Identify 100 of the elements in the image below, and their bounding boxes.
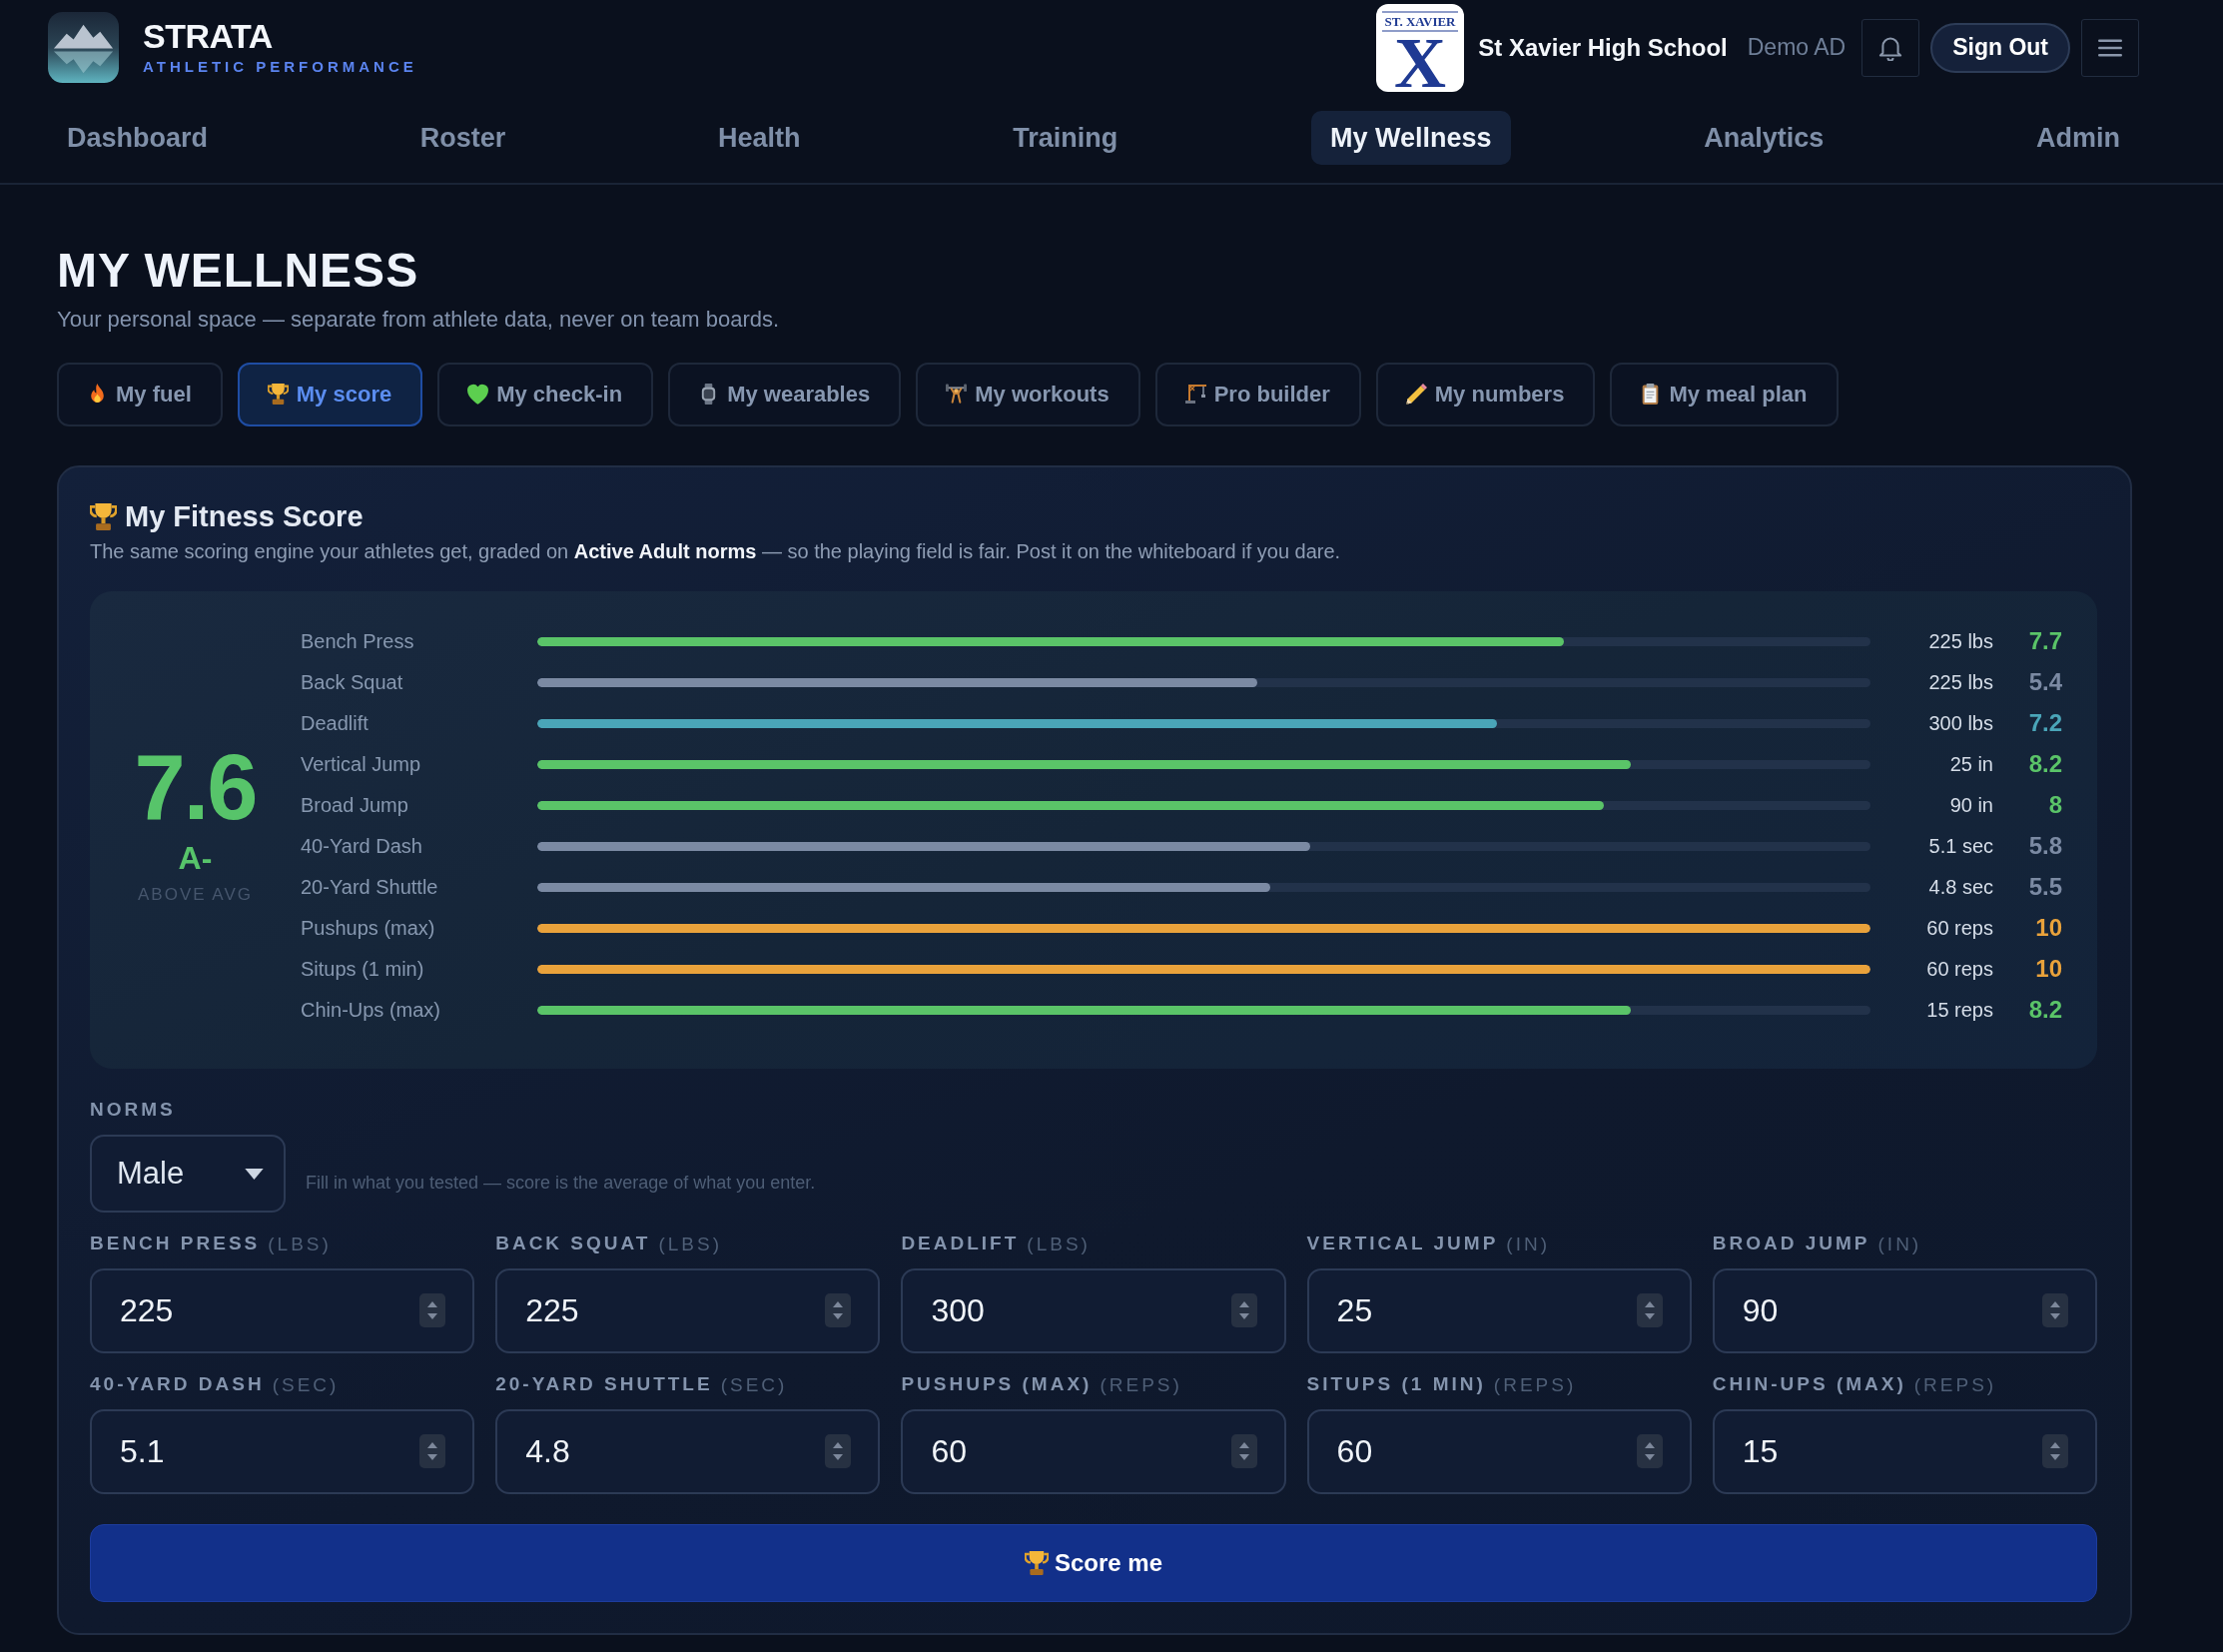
metric-reading: 225 lbs [1927, 629, 1993, 655]
field-unit: (REPS) [1913, 1372, 1997, 1397]
user-name: Demo AD [1747, 33, 1847, 63]
field-unit: (LBS) [1027, 1232, 1091, 1256]
weightlifter-icon [946, 384, 968, 406]
field-unit: (LBS) [658, 1232, 723, 1256]
wellness-tab[interactable]: Pro builder [1154, 362, 1361, 426]
page-subtitle: Your personal space — separate from athlete data, never on team boards. [57, 306, 781, 335]
norms-select[interactable]: Male [90, 1135, 286, 1214]
metric-score: 5.8 [2027, 831, 2062, 862]
field-label: 20-YARD SHUTTLE [495, 1373, 713, 1397]
heart-icon [467, 384, 489, 406]
crane-icon [1184, 384, 1206, 406]
field-unit: (LBS) [268, 1232, 332, 1256]
sign-out-button[interactable]: Sign Out [1930, 22, 2070, 73]
notifications-button[interactable] [1861, 18, 1920, 77]
metric-reading: 60 reps [1925, 916, 1993, 942]
wellness-tab[interactable]: My numbers [1375, 362, 1596, 426]
trophy-icon [267, 384, 289, 406]
number-input[interactable]: 5.1 [90, 1409, 475, 1495]
field-label: BENCH PRESS [90, 1233, 261, 1256]
field-label: CHIN-UPS (MAX) [1712, 1373, 1906, 1397]
trophy-icon [1024, 1551, 1049, 1576]
overall-score: 7.6 [134, 744, 257, 832]
number-input[interactable]: 25 [1306, 1268, 1692, 1354]
metric-score: 7.7 [2027, 626, 2062, 657]
field-label: VERTICAL JUMP [1306, 1233, 1499, 1256]
nav-link[interactable]: My Wellness [1310, 111, 1511, 165]
metric-score: 8.2 [2027, 749, 2062, 780]
nav-link[interactable]: Dashboard [48, 111, 228, 165]
score-button[interactable]: Score me [90, 1524, 2097, 1603]
stepper-icon [1636, 1293, 1663, 1328]
metric-name: Vertical Jump [301, 752, 422, 778]
norms-hint: Fill in what you tested — score is the average of what you enter. [306, 1172, 816, 1196]
metric-reading: 225 lbs [1927, 670, 1993, 696]
nav-link[interactable]: Health [698, 111, 820, 165]
metric-name: Situps (1 min) [301, 957, 425, 983]
metric-name: Broad Jump [301, 793, 409, 819]
metric-score: 10 [2034, 913, 2062, 944]
field-unit: (SEC) [720, 1372, 788, 1397]
stepper-icon [1230, 1434, 1257, 1469]
menu-icon [2098, 38, 2122, 57]
brand-tagline: ATHLETIC PERFORMANCE [143, 57, 417, 76]
metric-name: Chin-Ups (max) [301, 998, 442, 1024]
field-unit: (IN) [1877, 1232, 1922, 1256]
metric-name: 20-Yard Shuttle [301, 875, 439, 901]
trophy-icon [90, 502, 117, 530]
norms-label: NORMS [90, 1098, 177, 1122]
stepper-icon [419, 1434, 446, 1469]
field-unit: (IN) [1506, 1232, 1550, 1256]
metric-reading: 300 lbs [1927, 711, 1993, 737]
number-input[interactable]: 225 [90, 1268, 475, 1354]
field-label: 40-YARD DASH [90, 1373, 265, 1397]
wellness-tab[interactable]: My score [237, 362, 423, 426]
field-label: PUSHUPS (MAX) [901, 1373, 1093, 1397]
letter-grade: A- [178, 841, 213, 874]
wellness-tab[interactable]: My wearables [668, 362, 902, 426]
stepper-icon [2042, 1434, 2068, 1469]
school-name: St Xavier High School [1478, 32, 1728, 63]
number-input[interactable]: 15 [1712, 1409, 2097, 1495]
field-unit: (REPS) [1493, 1372, 1577, 1397]
field-label: DEADLIFT [901, 1233, 1020, 1256]
card-description: The same scoring engine your athletes get, graded on Active Adult norms — so the playing field is fair. Post it on the whiteboard if you dare. [90, 538, 1342, 564]
stepper-icon [419, 1293, 446, 1328]
wellness-tab[interactable]: My check-in [437, 362, 654, 426]
caret-icon [245, 1168, 264, 1180]
metric-score: 8 [2047, 790, 2062, 821]
stepper-icon [825, 1434, 852, 1469]
metric-score: 5.4 [2027, 667, 2062, 698]
menu-button[interactable] [2081, 18, 2139, 77]
wellness-tab[interactable]: My meal plan [1610, 362, 1839, 426]
nav-link[interactable]: Roster [400, 111, 525, 165]
number-input[interactable]: 60 [1306, 1409, 1692, 1495]
field-unit: (REPS) [1100, 1372, 1182, 1397]
metric-score: 5.5 [2027, 872, 2062, 903]
stepper-icon [825, 1293, 852, 1328]
field-unit: (SEC) [272, 1372, 340, 1397]
metric-reading: 15 reps [1925, 998, 1993, 1024]
field-label: BACK SQUAT [495, 1233, 651, 1256]
page-title: MY WELLNESS [57, 243, 420, 299]
field-label: SITUPS (1 MIN) [1306, 1373, 1486, 1397]
number-input[interactable]: 90 [1712, 1268, 2097, 1354]
wellness-tab[interactable]: My workouts [916, 362, 1140, 426]
nav-link[interactable]: Admin [2016, 111, 2139, 165]
wellness-tab[interactable]: My fuel [57, 362, 223, 426]
metric-reading: 90 in [1948, 793, 1993, 819]
school-logo: ST. XAVIER X [1376, 3, 1465, 92]
nav-link[interactable]: Training [994, 111, 1137, 165]
number-input[interactable]: 60 [901, 1409, 1286, 1495]
metric-name: Bench Press [301, 629, 415, 655]
number-input[interactable]: 300 [901, 1268, 1286, 1354]
metric-name: Deadlift [301, 711, 370, 737]
metric-reading: 25 in [1948, 752, 1993, 778]
number-input[interactable]: 4.8 [495, 1409, 881, 1495]
number-input[interactable]: 225 [495, 1268, 881, 1354]
metric-score: 10 [2034, 954, 2062, 985]
stepper-icon [1636, 1434, 1663, 1469]
nav-link[interactable]: Analytics [1685, 111, 1844, 165]
mountain-logo [48, 12, 119, 83]
metric-reading: 4.8 sec [1927, 875, 1993, 901]
